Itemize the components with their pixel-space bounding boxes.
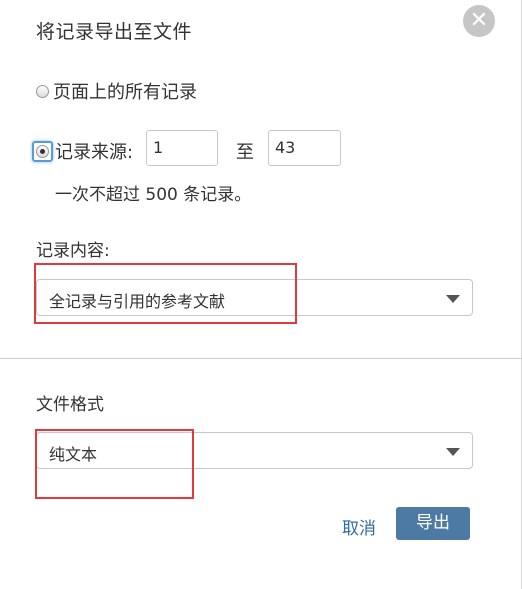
content-select-value: 全记录与引用的参考文献 xyxy=(49,292,226,311)
radio-all-records[interactable]: 页面上的所有记录 xyxy=(36,78,197,104)
content-select[interactable]: 全记录与引用的参考文献 xyxy=(36,279,473,316)
export-button[interactable]: 导出 xyxy=(396,507,470,540)
range-to-input[interactable]: 43 xyxy=(268,130,341,166)
section-divider xyxy=(0,358,522,359)
radio-record-range[interactable]: 记录来源: xyxy=(32,138,134,164)
dialog-title: 将记录导出至文件 xyxy=(36,21,193,43)
chevron-down-icon xyxy=(446,295,460,303)
content-label: 记录内容: xyxy=(36,241,110,261)
record-limit-hint: 一次不超过 500 条记录。 xyxy=(55,185,252,205)
radio-focus-ring xyxy=(32,140,53,162)
radio-record-range-circle[interactable] xyxy=(36,144,49,158)
radio-all-records-circle[interactable] xyxy=(36,84,49,98)
range-to-label: 至 xyxy=(236,142,254,163)
export-dialog: 将记录导出至文件 ✕ 页面上的所有记录 记录来源: 1 至 43 一次不超过 5… xyxy=(0,0,522,589)
range-from-input[interactable]: 1 xyxy=(146,130,218,166)
chevron-down-icon xyxy=(446,448,460,456)
format-select[interactable]: 纯文本 xyxy=(36,432,473,469)
format-label: 文件格式 xyxy=(36,395,104,415)
radio-record-range-label: 记录来源: xyxy=(55,142,134,163)
cancel-button[interactable]: 取消 xyxy=(342,514,376,539)
format-select-value: 纯文本 xyxy=(49,445,98,464)
radio-all-records-label: 页面上的所有记录 xyxy=(53,82,197,103)
close-icon[interactable]: ✕ xyxy=(463,5,495,37)
